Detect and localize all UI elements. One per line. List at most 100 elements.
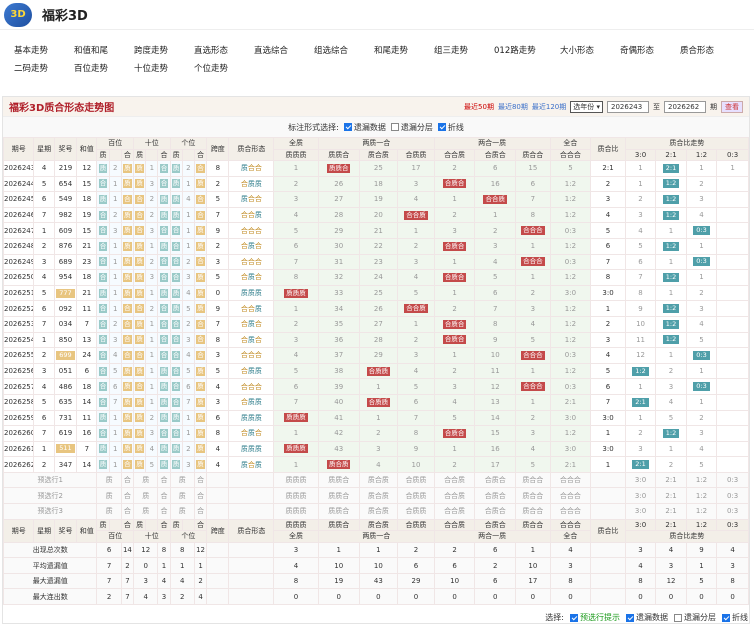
forecast-cell[interactable]: 合 <box>120 503 135 520</box>
forecast-cell[interactable]: 3:0 <box>624 471 657 489</box>
nav-item[interactable]: 和尾走势 <box>374 44 408 56</box>
forecast-cell[interactable]: 合 <box>120 487 135 505</box>
forecast-cell[interactable]: 合质合 <box>474 487 517 505</box>
forecast-cell[interactable]: 质质质 <box>273 471 319 489</box>
footer-option[interactable]: 遗漏数据 <box>626 612 668 623</box>
forecast-cell[interactable]: 合 <box>193 503 208 520</box>
nav-item[interactable]: 大小形态 <box>560 44 594 56</box>
to-period-input[interactable]: 2026262 <box>664 100 706 113</box>
query-button[interactable]: 查看 <box>721 100 743 113</box>
forecast-row[interactable]: 预选行1 质合质合质合质质质 质质合 质合质 合质质 合合质 合质合 质合合 合合合 3:0 2:1… <box>2 471 749 489</box>
checkbox-icon[interactable] <box>437 123 446 131</box>
forecast-cell[interactable]: 质 <box>133 503 159 520</box>
forecast-cell[interactable]: 合 <box>120 471 135 489</box>
forecast-cell[interactable]: 质合合 <box>515 471 551 489</box>
nav-item[interactable]: 直选综合 <box>254 44 288 56</box>
forecast-cell[interactable]: 0:3 <box>716 471 749 489</box>
nav-item[interactable]: 十位走势 <box>134 62 168 74</box>
forecast-cell[interactable]: 质合质 <box>358 487 399 505</box>
marking-option[interactable]: 折线 <box>437 122 464 133</box>
forecast-cell[interactable]: 合质合 <box>474 503 517 520</box>
nav-item[interactable]: 质合形态 <box>680 44 714 56</box>
forecast-cell[interactable]: 合 <box>193 471 208 489</box>
forecast-cell[interactable]: 合合质 <box>433 503 476 520</box>
forecast-cell[interactable]: 合质合 <box>474 471 517 489</box>
miss-value: 4 <box>186 195 191 204</box>
checkbox-icon[interactable] <box>570 613 578 622</box>
forecast-row[interactable]: 预选行3 质合质合质合质质质 质质合 质合质 合质质 合合质 合质合 质合合 合合合 3:0 2:1… <box>2 503 749 520</box>
forecast-cell[interactable]: 质合质 <box>358 471 399 489</box>
forecast-cell[interactable]: 合 <box>157 487 171 505</box>
nav-item[interactable]: 直选形态 <box>194 44 228 56</box>
from-period-input[interactable]: 2026243 <box>607 100 649 113</box>
year-select[interactable]: 选年份 ▾ <box>570 100 603 113</box>
ratio-trend-cell: 1 <box>655 284 687 302</box>
forecast-cell[interactable]: 合合合 <box>549 487 592 505</box>
forecast-cell[interactable]: 质合合 <box>515 503 551 520</box>
forecast-cell[interactable]: 1:2 <box>685 487 718 505</box>
forecast-cell[interactable]: 3:0 <box>624 503 657 520</box>
forecast-cell[interactable]: 合质质 <box>397 471 435 489</box>
footer-option[interactable]: 折线 <box>722 612 748 623</box>
checkbox-icon[interactable] <box>390 123 399 131</box>
forecast-cell[interactable]: 合 <box>157 471 171 489</box>
stats-cell: 19 <box>317 572 360 590</box>
recent-120-link[interactable]: 最近120期 <box>532 102 566 112</box>
forecast-cell[interactable]: 合 <box>193 487 208 505</box>
span-cell: 5 <box>206 191 230 208</box>
recent-50-link[interactable]: 最近50期 <box>464 102 494 112</box>
forecast-cell[interactable]: 质 <box>169 503 195 520</box>
nav-item[interactable]: 二码走势 <box>14 62 48 74</box>
forecast-cell[interactable]: 质合合 <box>515 487 551 505</box>
nav-item[interactable]: 和值和尾 <box>74 44 108 56</box>
forecast-cell[interactable]: 1:2 <box>685 471 718 489</box>
footer-option[interactable]: 遗漏分层 <box>674 612 716 623</box>
forecast-cell[interactable]: 2:1 <box>655 503 687 520</box>
forecast-cell[interactable]: 质 <box>96 487 122 505</box>
recent-80-link[interactable]: 最近80期 <box>498 102 528 112</box>
marking-option[interactable]: 遗漏数据 <box>343 122 386 133</box>
forecast-cell[interactable]: 合合质 <box>433 471 476 489</box>
nav-item[interactable]: 奇偶形态 <box>620 44 654 56</box>
forecast-cell[interactable]: 合合质 <box>433 487 476 505</box>
nav-item[interactable]: 组三走势 <box>434 44 468 56</box>
forecast-row[interactable]: 预选行2 质合质合质合质质质 质质合 质合质 合质质 合合质 合质合 质合合 合合合 3:0 2:1… <box>2 487 749 505</box>
nav-item[interactable]: 跨度走势 <box>134 44 168 56</box>
forecast-cell[interactable]: 质 <box>96 471 122 489</box>
forecast-cell[interactable]: 合合合 <box>549 503 592 520</box>
forecast-cell[interactable]: 质 <box>133 487 159 505</box>
forecast-cell[interactable]: 质 <box>169 487 195 505</box>
checkbox-icon[interactable] <box>722 613 730 622</box>
stats-cell: 9 <box>685 541 718 559</box>
nav-item[interactable]: 组选综合 <box>314 44 348 56</box>
forecast-cell[interactable]: 质 <box>169 471 195 489</box>
checkbox-icon[interactable] <box>343 123 352 131</box>
forecast-cell[interactable]: 合质质 <box>397 503 435 520</box>
nav-item[interactable]: 个位走势 <box>194 62 228 74</box>
forecast-cell[interactable]: 0:3 <box>716 503 749 520</box>
forecast-cell[interactable]: 质 <box>96 503 122 520</box>
forecast-cell[interactable]: 合质质 <box>397 487 435 505</box>
forecast-cell[interactable]: 质质合 <box>317 487 360 505</box>
form-cell: 2 <box>433 362 476 380</box>
forecast-cell[interactable]: 质质质 <box>273 487 319 505</box>
nav-item[interactable]: 百位走势 <box>74 62 108 74</box>
forecast-cell[interactable]: 2:1 <box>655 471 687 489</box>
forecast-cell[interactable]: 2:1 <box>655 487 687 505</box>
nav-item[interactable]: 基本走势 <box>14 44 48 56</box>
forecast-cell[interactable]: 质 <box>133 471 159 489</box>
forecast-cell[interactable]: 合合合 <box>549 471 592 489</box>
forecast-cell[interactable]: 质质质 <box>273 503 319 520</box>
footer-option[interactable]: 预选行提示 <box>570 612 620 623</box>
forecast-cell[interactable]: 合 <box>157 503 171 520</box>
checkbox-icon[interactable] <box>674 613 682 622</box>
forecast-cell[interactable]: 3:0 <box>624 487 657 505</box>
forecast-cell[interactable]: 质质合 <box>317 503 360 520</box>
forecast-cell[interactable]: 质质合 <box>317 471 360 489</box>
marking-option[interactable]: 遗漏分层 <box>390 122 433 133</box>
nav-item[interactable]: 012路走势 <box>494 44 536 56</box>
checkbox-icon[interactable] <box>626 613 634 622</box>
forecast-cell[interactable]: 0:3 <box>716 487 749 505</box>
forecast-cell[interactable]: 质合质 <box>358 503 399 520</box>
forecast-cell[interactable]: 1:2 <box>685 503 718 520</box>
